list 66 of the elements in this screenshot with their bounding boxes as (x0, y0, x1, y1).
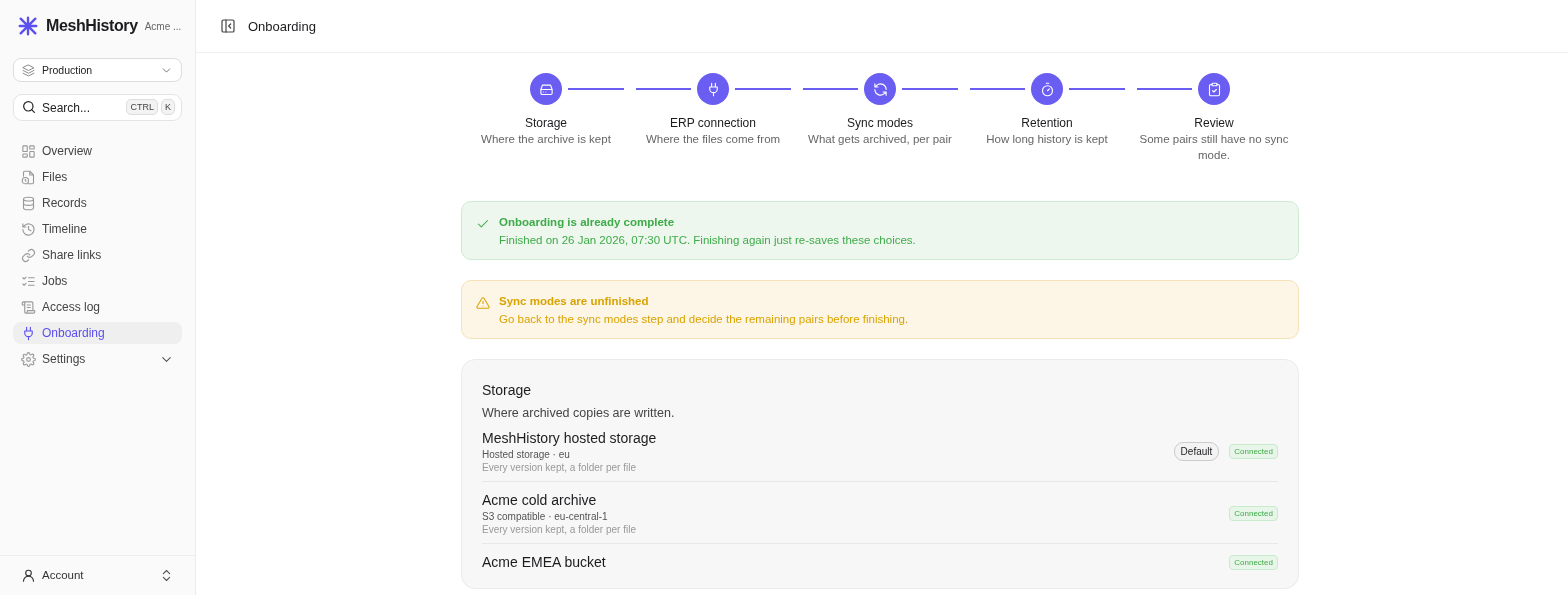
default-badge: Default (1173, 442, 1220, 461)
step-description: Some pairs still have no sync mode. (1138, 132, 1290, 163)
step-description: Where the files come from (644, 132, 782, 147)
check-icon (476, 217, 490, 231)
status-badge: Connected (1229, 444, 1278, 459)
step-circle[interactable] (1198, 73, 1230, 105)
alert-message: Finished on 26 Jan 2026, 07:30 UTC. Finishing again just re-saves these choices. (499, 234, 916, 246)
alert-message: Go back to the sync modes step and decide the remaining pairs before finishing. (499, 313, 909, 325)
step-title: Storage (525, 116, 567, 130)
sync-icon (872, 81, 888, 97)
user-icon (21, 567, 36, 583)
layers-icon (22, 63, 35, 77)
section-description: Where archived copies are written. (482, 406, 676, 420)
link-icon (21, 247, 36, 263)
keyboard-key: CTRL (126, 99, 158, 115)
logo-icon (17, 15, 39, 37)
step-description: What gets archived, per pair (807, 132, 953, 147)
settings-icon (21, 351, 36, 367)
step-title: Review (1194, 116, 1234, 130)
step-circle[interactable] (864, 73, 896, 105)
clipboard-check-icon (1206, 81, 1222, 97)
step-title: ERP connection (670, 116, 756, 130)
search-icon (21, 99, 37, 115)
status-badge: Connected (1229, 554, 1278, 570)
step-title: Retention (1021, 116, 1073, 130)
status-badge: Connected (1229, 506, 1278, 521)
storage-policy: Every version kept, a folder per file (482, 524, 637, 535)
sidebar-item[interactable]: Onboarding (13, 322, 182, 344)
sidebar-item[interactable]: Files (13, 166, 182, 188)
brand-name: MeshHistory (46, 17, 138, 35)
account-menu[interactable]: Account (21, 564, 174, 586)
drive-icon (538, 81, 554, 97)
storage-type: S3 compatible · eu-central-1 (482, 511, 609, 522)
plug-icon (21, 325, 36, 341)
warning-icon (476, 296, 490, 310)
step-circle[interactable] (530, 73, 562, 105)
sidebar-item[interactable]: Settings (13, 348, 182, 370)
organization-name: Acme ... (144, 20, 182, 32)
sidebar-item[interactable]: Share links (13, 244, 182, 266)
environment-select[interactable]: Production (13, 58, 182, 82)
storage-type: Hosted storage · eu (482, 449, 571, 460)
step-title: Sync modes (847, 116, 913, 130)
sidebar-item[interactable]: Access log (13, 296, 182, 318)
step-circle[interactable] (1031, 73, 1063, 105)
storage-name: Acme EMEA bucket (482, 554, 607, 570)
history-icon (21, 221, 36, 237)
grid-icon (21, 143, 36, 159)
step-description: How long history is kept (985, 132, 1109, 147)
sidebar-item[interactable]: Jobs (13, 270, 182, 292)
step-description: Where the archive is kept (480, 132, 612, 147)
page-title: Onboarding (248, 18, 316, 34)
alert-title: Sync modes are unfinished (499, 295, 650, 307)
storage-policy: Every version kept, a folder per file (482, 462, 637, 473)
timer-icon (1039, 81, 1055, 97)
section-title: Storage (482, 382, 533, 398)
file-clock-icon (21, 169, 36, 185)
database-icon (21, 195, 36, 211)
storage-name: MeshHistory hosted storage (482, 430, 658, 446)
alert-title: Onboarding is already complete (499, 216, 676, 228)
sidebar-item[interactable]: Overview (13, 140, 182, 162)
storage-name: Acme cold archive (482, 492, 598, 508)
sidebar-item[interactable]: Records (13, 192, 182, 214)
scroll-icon (21, 299, 36, 315)
step-circle[interactable] (697, 73, 729, 105)
sidebar-item[interactable]: Timeline (13, 218, 182, 240)
sidebar-toggle-icon[interactable] (220, 18, 236, 34)
